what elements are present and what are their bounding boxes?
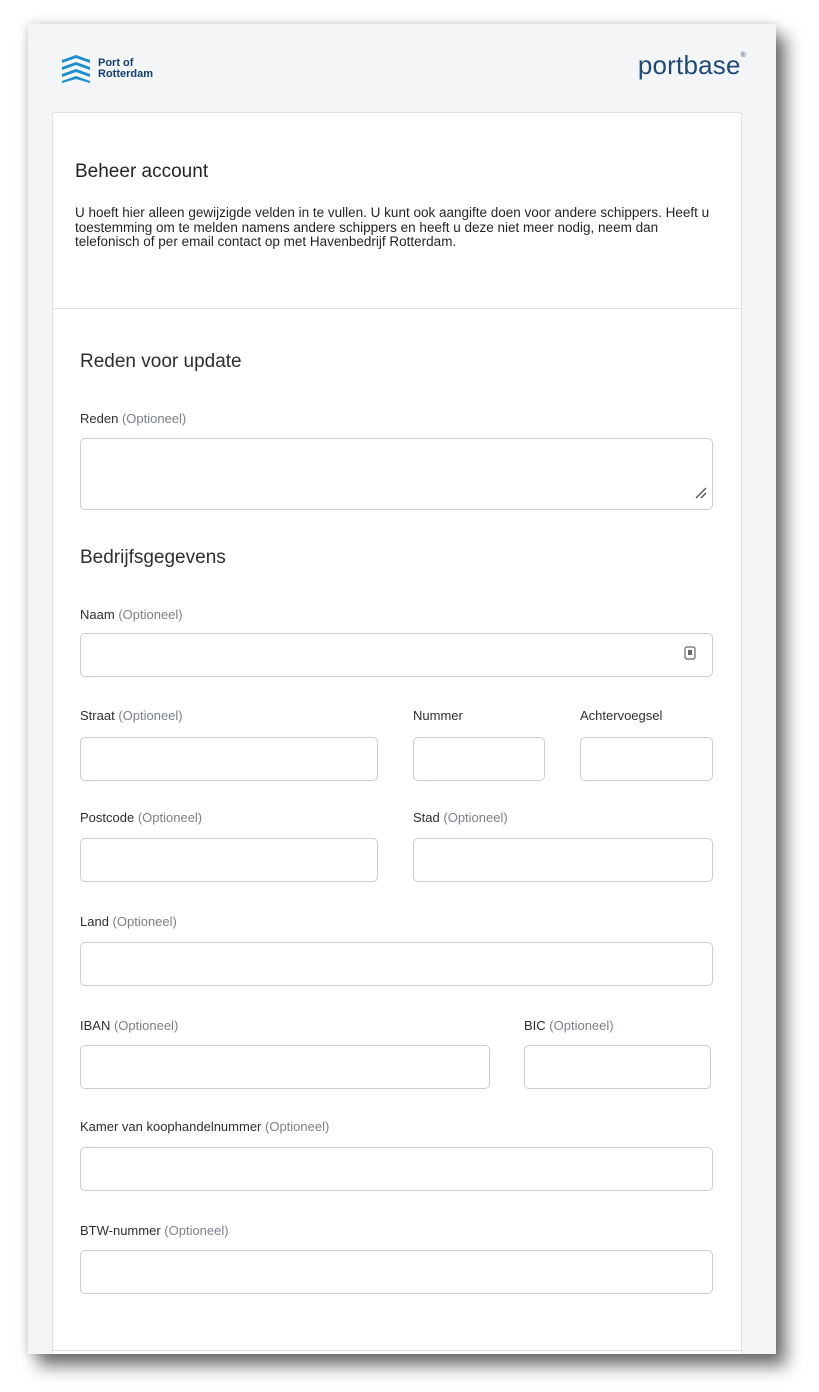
optional-marker: (Optioneel) [121, 411, 187, 426]
section-divider [53, 1350, 741, 1351]
straat-label: Straat (Optioneel) [80, 708, 183, 723]
land-label: Land (Optioneel) [80, 914, 177, 929]
btw-input[interactable] [80, 1250, 713, 1294]
reden-label: Reden (Optioneel) [80, 411, 186, 426]
optional-marker: (Optioneel) [113, 1018, 179, 1033]
portbase-logo-text: portbase [637, 50, 741, 80]
resize-handle-icon[interactable] [694, 486, 708, 505]
account-form-card: Beheer account U hoeft hier alleen gewij… [52, 112, 742, 1354]
page-title: Beheer account [75, 161, 209, 182]
stad-label-text: Stad [413, 810, 440, 825]
btw-label-text: BTW-nummer [80, 1223, 161, 1238]
optional-marker: (Optioneel) [112, 914, 177, 929]
achtervoegsel-label-text: Achtervoegsel [580, 708, 663, 723]
password-manager-icon[interactable] [684, 646, 696, 665]
app-window: Port of Rotterdam portbase® Beheer accou… [28, 24, 776, 1354]
postcode-input[interactable] [80, 838, 378, 882]
kvk-label: Kamer van koophandelnummer (Optioneel) [80, 1119, 329, 1134]
optional-marker: (Optioneel) [443, 810, 508, 825]
optional-marker: (Optioneel) [164, 1223, 229, 1238]
naam-label: Naam (Optioneel) [80, 607, 183, 622]
port-of-rotterdam-logo-text: Port of Rotterdam [98, 58, 153, 80]
bic-input[interactable] [524, 1045, 711, 1089]
btw-label: BTW-nummer (Optioneel) [80, 1223, 229, 1238]
kvk-input[interactable] [80, 1147, 713, 1191]
achtervoegsel-label: Achtervoegsel [580, 708, 662, 723]
portbase-logo[interactable]: portbase® [638, 50, 746, 81]
optional-marker: (Optioneel) [549, 1018, 614, 1033]
optional-marker: (Optioneel) [137, 810, 203, 825]
postcode-label: Postcode (Optioneel) [80, 810, 202, 825]
port-of-rotterdam-logo-icon [62, 55, 90, 83]
kvk-label-text: Kamer van koophandelnummer [80, 1119, 262, 1134]
optional-marker: (Optioneel) [118, 607, 183, 622]
straat-input[interactable] [80, 737, 378, 781]
straat-label-text: Straat [80, 708, 115, 723]
port-of-rotterdam-logo[interactable]: Port of Rotterdam [60, 54, 153, 84]
intro-section: Beheer account U hoeft hier alleen gewij… [53, 113, 741, 309]
optional-marker: (Optioneel) [265, 1119, 330, 1134]
bic-label: BIC (Optioneel) [524, 1018, 614, 1033]
logo-line-2: Rotterdam [98, 68, 154, 80]
nummer-input[interactable] [413, 737, 545, 781]
postcode-label-text: Postcode [80, 810, 135, 825]
iban-label-text: IBAN [80, 1018, 111, 1033]
nummer-label: Nummer [413, 708, 463, 723]
reden-textarea[interactable] [80, 438, 713, 510]
land-input[interactable] [80, 942, 713, 986]
section-title-company: Bedrijfsgegevens [80, 547, 226, 568]
achtervoegsel-input[interactable] [580, 737, 713, 781]
reden-label-text: Reden [80, 411, 119, 426]
iban-label: IBAN (Optioneel) [80, 1018, 178, 1033]
portbase-logo-reg: ® [740, 52, 746, 59]
section-title-reason: Reden voor update [80, 351, 242, 372]
naam-input[interactable] [80, 633, 713, 677]
land-label-text: Land [80, 914, 109, 929]
naam-label-text: Naam [80, 607, 115, 622]
stad-label: Stad (Optioneel) [413, 810, 508, 825]
header: Port of Rotterdam portbase® [28, 24, 776, 112]
intro-text: U hoeft hier alleen gewijzigde velden in… [75, 205, 710, 249]
optional-marker: (Optioneel) [118, 708, 183, 723]
nummer-label-text: Nummer [413, 708, 463, 723]
bic-label-text: BIC [524, 1018, 546, 1033]
stad-input[interactable] [413, 838, 713, 882]
iban-input[interactable] [80, 1045, 490, 1089]
